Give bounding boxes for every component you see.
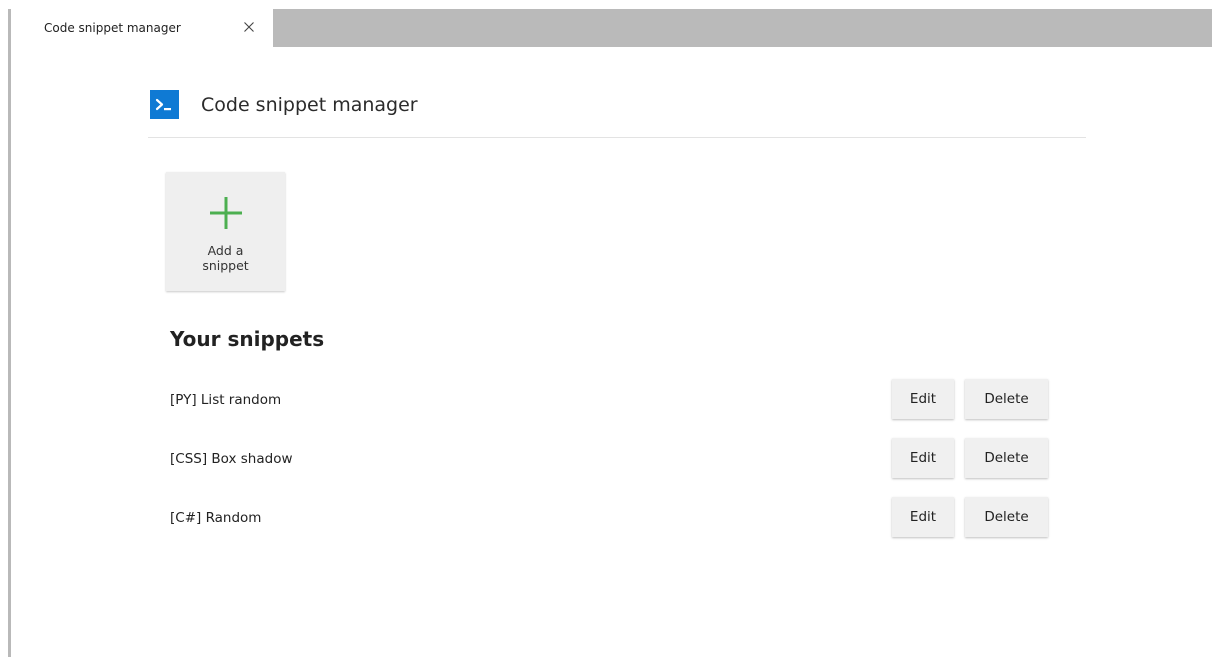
delete-button[interactable]: Delete bbox=[965, 438, 1048, 478]
header-divider bbox=[148, 137, 1086, 138]
add-snippet-label: Add a snippet bbox=[202, 243, 249, 273]
page-title: Code snippet manager bbox=[201, 93, 418, 116]
edit-button[interactable]: Edit bbox=[892, 497, 954, 537]
snippet-name: [PY] List random bbox=[170, 391, 282, 408]
edit-button[interactable]: Edit bbox=[892, 379, 954, 419]
plus-icon bbox=[209, 196, 243, 234]
snippet-name: [CSS] Box shadow bbox=[170, 450, 293, 467]
delete-button[interactable]: Delete bbox=[965, 379, 1048, 419]
snippets-heading: Your snippets bbox=[170, 327, 325, 351]
list-item: [CSS] Box shadow Edit Delete bbox=[170, 438, 1050, 479]
delete-button[interactable]: Delete bbox=[965, 497, 1048, 537]
list-item: [PY] List random Edit Delete bbox=[170, 379, 1050, 420]
app-header: Code snippet manager bbox=[150, 90, 418, 119]
list-item: [C#] Random Edit Delete bbox=[170, 497, 1050, 538]
window-border bbox=[8, 9, 11, 657]
add-snippet-button[interactable]: Add a snippet bbox=[166, 172, 285, 291]
snippet-list: [PY] List random Edit Delete [CSS] Box s… bbox=[170, 379, 1050, 556]
terminal-icon bbox=[150, 90, 179, 119]
browser-window: Code snippet manager Code snippet manage… bbox=[0, 0, 1212, 657]
tab-code-snippet-manager[interactable]: Code snippet manager bbox=[11, 9, 273, 47]
edit-button[interactable]: Edit bbox=[892, 438, 954, 478]
snippet-name: [C#] Random bbox=[170, 509, 262, 526]
close-icon[interactable] bbox=[241, 19, 257, 35]
tab-title: Code snippet manager bbox=[44, 21, 181, 35]
